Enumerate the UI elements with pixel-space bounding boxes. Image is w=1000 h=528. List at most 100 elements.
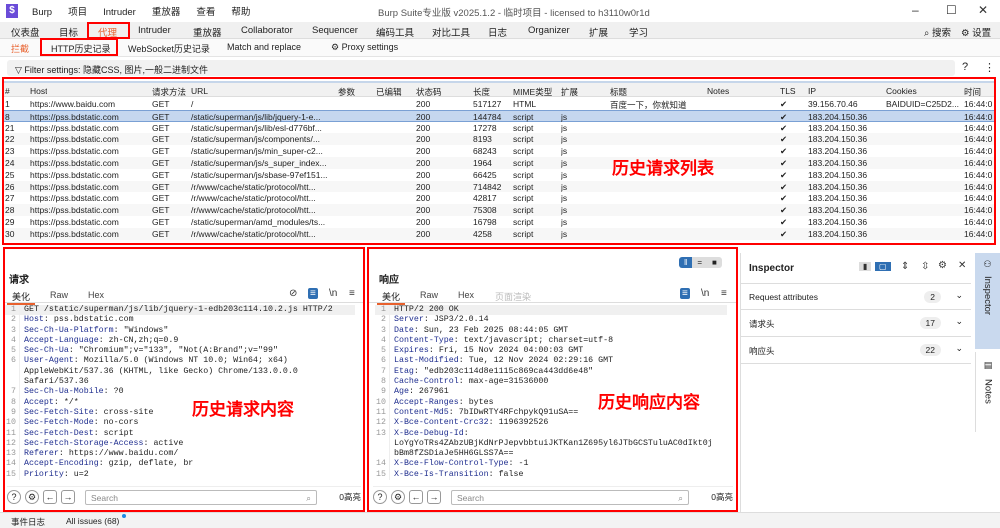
layout-split-icon[interactable]: ‖: [679, 257, 693, 268]
table-row[interactable]: 1 https://www.baidu.com GET/200 517127 HTML 百…: [4, 98, 996, 110]
column-header[interactable]: Notes: [707, 86, 729, 96]
minimize-icon[interactable]: –: [912, 3, 919, 17]
column-header[interactable]: Host: [30, 86, 47, 96]
table-row[interactable]: 24 https://pss.bdstatic.com GET/static/sup…: [4, 157, 996, 169]
help-icon[interactable]: ?: [962, 61, 968, 73]
event-log-button[interactable]: 事件日志: [11, 516, 45, 528]
inspector-response-headers[interactable]: 响应头 22 ⌄: [741, 337, 971, 364]
tab-decoder[interactable]: 编码工具: [376, 25, 414, 39]
forward-arrow-icon[interactable]: →: [61, 490, 75, 504]
side-tab-notes[interactable]: ▤ Notes: [975, 352, 1000, 432]
column-header[interactable]: TLS: [780, 86, 796, 96]
layout-toggle[interactable]: ‖ = ■: [679, 257, 722, 268]
inspector-request-attributes[interactable]: Request attributes 2 ⌄: [741, 283, 971, 310]
column-header[interactable]: Cookies: [886, 86, 917, 96]
column-header[interactable]: 时间: [964, 86, 981, 98]
side-tab-inspector[interactable]: ⚇ Inspector: [975, 253, 1000, 349]
tab-target[interactable]: 目标: [59, 25, 78, 39]
newline-icon[interactable]: \n: [701, 288, 709, 299]
menu-help[interactable]: 帮助: [231, 7, 250, 18]
layout-single-icon[interactable]: ■: [706, 257, 722, 268]
request-editor[interactable]: 1 GET /static/superman/js/lib/jquery-1-ed…: [5, 305, 355, 484]
column-header[interactable]: 状态码: [416, 86, 442, 98]
help-icon[interactable]: ?: [7, 490, 21, 504]
table-row[interactable]: 23 https://pss.bdstatic.com GET/static/sup…: [4, 145, 996, 157]
table-row[interactable]: 28 https://pss.bdstatic.com GET/r/www/cach…: [4, 204, 996, 216]
menu-view[interactable]: 查看: [196, 7, 215, 18]
request-search-input[interactable]: Search ⌕: [85, 489, 317, 505]
tab-logger[interactable]: 日志: [488, 25, 507, 39]
column-header[interactable]: URL: [191, 86, 208, 96]
back-arrow-icon[interactable]: ←: [43, 490, 57, 504]
subtab-match-replace[interactable]: Match and replace: [227, 42, 301, 52]
all-issues-button[interactable]: All issues (68): [66, 516, 119, 526]
request-tab-raw[interactable]: Raw: [50, 290, 68, 300]
tab-sequencer[interactable]: Sequencer: [312, 25, 358, 36]
tab-extensions[interactable]: 扩展: [589, 25, 608, 39]
back-arrow-icon[interactable]: ←: [409, 490, 423, 504]
table-row[interactable]: 26 https://pss.bdstatic.com GET/r/www/cach…: [4, 180, 996, 193]
table-row[interactable]: 21 https://pss.bdstatic.com GET/static/sup…: [4, 121, 996, 134]
layout-icon[interactable]: ▮: [859, 262, 872, 271]
menu-icon[interactable]: ≡: [721, 288, 727, 299]
menu-intruder[interactable]: Intruder: [103, 7, 136, 18]
column-header[interactable]: 标题: [610, 86, 627, 98]
response-tab-raw[interactable]: Raw: [420, 290, 438, 300]
tab-learn[interactable]: 学习: [629, 25, 648, 39]
request-tab-hex[interactable]: Hex: [88, 290, 104, 300]
menu-project[interactable]: 项目: [68, 7, 87, 18]
tab-proxy[interactable]: 代理: [98, 25, 117, 39]
gear-icon[interactable]: ⚙: [391, 490, 405, 504]
tab-intruder[interactable]: Intruder: [138, 25, 171, 36]
menu-repeater[interactable]: 重放器: [152, 7, 181, 18]
subtab-proxy-settings[interactable]: ⚙ Proxy settings: [331, 42, 398, 53]
subtab-intercept[interactable]: 拦截: [11, 42, 29, 55]
table-row[interactable]: 29 https://pss.bdstatic.com GET/static/sup…: [4, 216, 996, 228]
layout-horizontal-icon[interactable]: =: [692, 257, 707, 268]
column-header[interactable]: 已编辑: [376, 86, 402, 98]
subtab-websocket-history[interactable]: WebSocket历史记录: [128, 42, 210, 55]
column-header[interactable]: 长度: [473, 86, 490, 98]
close-icon[interactable]: ✕: [978, 3, 988, 17]
request-tab-pretty[interactable]: 美化: [7, 290, 36, 305]
settings-button[interactable]: ⚙ 设置: [961, 25, 991, 39]
response-tab-pretty[interactable]: 美化: [377, 290, 406, 305]
tab-dashboard[interactable]: 仪表盘: [11, 25, 40, 39]
column-header[interactable]: 参数: [338, 86, 355, 98]
close-icon[interactable]: ✕: [958, 260, 966, 271]
wrap-icon[interactable]: ≡: [308, 288, 318, 299]
gear-icon[interactable]: ⚙: [938, 260, 947, 271]
tab-comparer[interactable]: 对比工具: [432, 25, 470, 39]
menu-burp[interactable]: Burp: [32, 7, 52, 18]
menu-icon[interactable]: ≡: [349, 288, 355, 299]
column-header[interactable]: #: [5, 86, 10, 96]
layout-icon[interactable]: ▢: [875, 262, 891, 271]
wrap-icon[interactable]: ≡: [680, 288, 690, 299]
hide-icon[interactable]: ⊘: [289, 288, 297, 299]
response-search-input[interactable]: Search ⌕: [451, 489, 689, 505]
newline-icon[interactable]: \n: [329, 288, 337, 299]
column-header[interactable]: 扩展: [561, 86, 578, 98]
table-row[interactable]: 8 https://pss.bdstatic.com GET/static/supe…: [4, 109, 996, 122]
tab-organizer[interactable]: Organizer: [528, 25, 570, 36]
more-options-icon[interactable]: ⋮: [984, 61, 995, 74]
response-tab-hex[interactable]: Hex: [458, 290, 474, 300]
collapse-all-icon[interactable]: ⇳: [921, 261, 929, 272]
maximize-icon[interactable]: ☐: [946, 3, 957, 17]
filter-bar[interactable]: ▽ Filter settings: 隐藏CSS, 图片,一般二进制文件: [7, 60, 955, 76]
response-tab-render[interactable]: 页面渲染: [495, 290, 531, 303]
forward-arrow-icon[interactable]: →: [427, 490, 441, 504]
table-row[interactable]: 22 https://pss.bdstatic.com GET/static/sup…: [4, 133, 996, 146]
expand-all-icon[interactable]: ⇕: [901, 261, 909, 272]
column-header[interactable]: MIME类型: [513, 86, 552, 98]
subtab-http-history[interactable]: HTTP历史记录: [51, 42, 111, 55]
table-row[interactable]: 27 https://pss.bdstatic.com GET/r/www/cach…: [4, 192, 996, 205]
column-header[interactable]: 请求方法: [152, 86, 186, 98]
gear-icon[interactable]: ⚙: [25, 490, 39, 504]
help-icon[interactable]: ?: [373, 490, 387, 504]
tab-collaborator[interactable]: Collaborator: [241, 25, 293, 36]
column-header[interactable]: IP: [808, 86, 816, 96]
tab-repeater[interactable]: 重放器: [193, 25, 222, 39]
search-button[interactable]: ⌕ 搜索: [924, 25, 951, 39]
table-row[interactable]: 30 https://pss.bdstatic.com GET/r/www/cach…: [4, 227, 996, 240]
